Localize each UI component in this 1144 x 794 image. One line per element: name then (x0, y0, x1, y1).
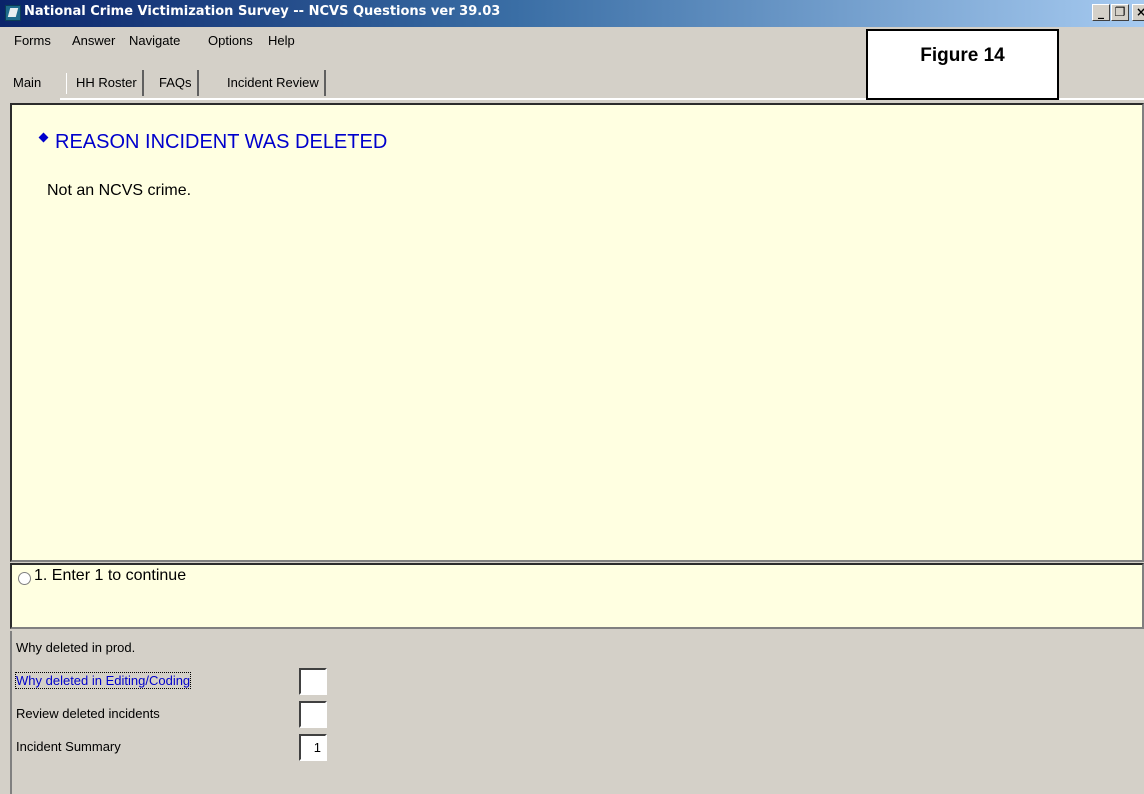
question-pane (10, 103, 1144, 562)
review-deleted-input[interactable] (299, 701, 327, 728)
application-window: National Crime Victimization Survey -- N… (0, 0, 1144, 794)
answer-option-label[interactable]: 1. Enter 1 to continue (34, 567, 186, 585)
minimize-button[interactable]: _ (1092, 4, 1110, 21)
menu-forms[interactable]: Forms (14, 33, 51, 48)
menu-navigate[interactable]: Navigate (129, 33, 180, 48)
menu-answer[interactable]: Answer (72, 33, 115, 48)
tab-hh-roster[interactable]: HH Roster (71, 70, 144, 96)
menu-options[interactable]: Options (208, 33, 253, 48)
question-heading: REASON INCIDENT WAS DELETED (55, 131, 388, 153)
tab-faqs[interactable]: FAQs (154, 70, 199, 96)
figure-label: Figure 14 (920, 45, 1005, 66)
field-label-why-deleted-prod: Why deleted in prod. (16, 640, 136, 655)
answer-radio[interactable] (18, 572, 31, 585)
window-title: National Crime Victimization Survey -- N… (24, 4, 501, 19)
tab-divider (66, 73, 67, 94)
field-list (10, 631, 1144, 794)
close-button[interactable]: × (1132, 4, 1144, 21)
title-bar[interactable]: National Crime Victimization Survey -- N… (0, 0, 1144, 27)
incident-summary-input[interactable]: 1 (299, 734, 327, 761)
figure-annotation: Figure 14 (866, 29, 1059, 100)
restore-button[interactable]: ❐ (1111, 4, 1129, 21)
app-icon[interactable] (5, 5, 21, 21)
question-text: Not an NCVS crime. (47, 182, 192, 199)
tab-incident-review[interactable]: Incident Review (222, 70, 326, 96)
field-label-review-deleted: Review deleted incidents (16, 706, 160, 721)
why-deleted-editing-input[interactable] (299, 668, 327, 695)
field-label-incident-summary: Incident Summary (16, 739, 121, 754)
menu-help[interactable]: Help (268, 33, 295, 48)
tab-main[interactable]: Main (8, 70, 46, 96)
field-label-why-deleted-editing: Why deleted in Editing/Coding (14, 672, 192, 689)
